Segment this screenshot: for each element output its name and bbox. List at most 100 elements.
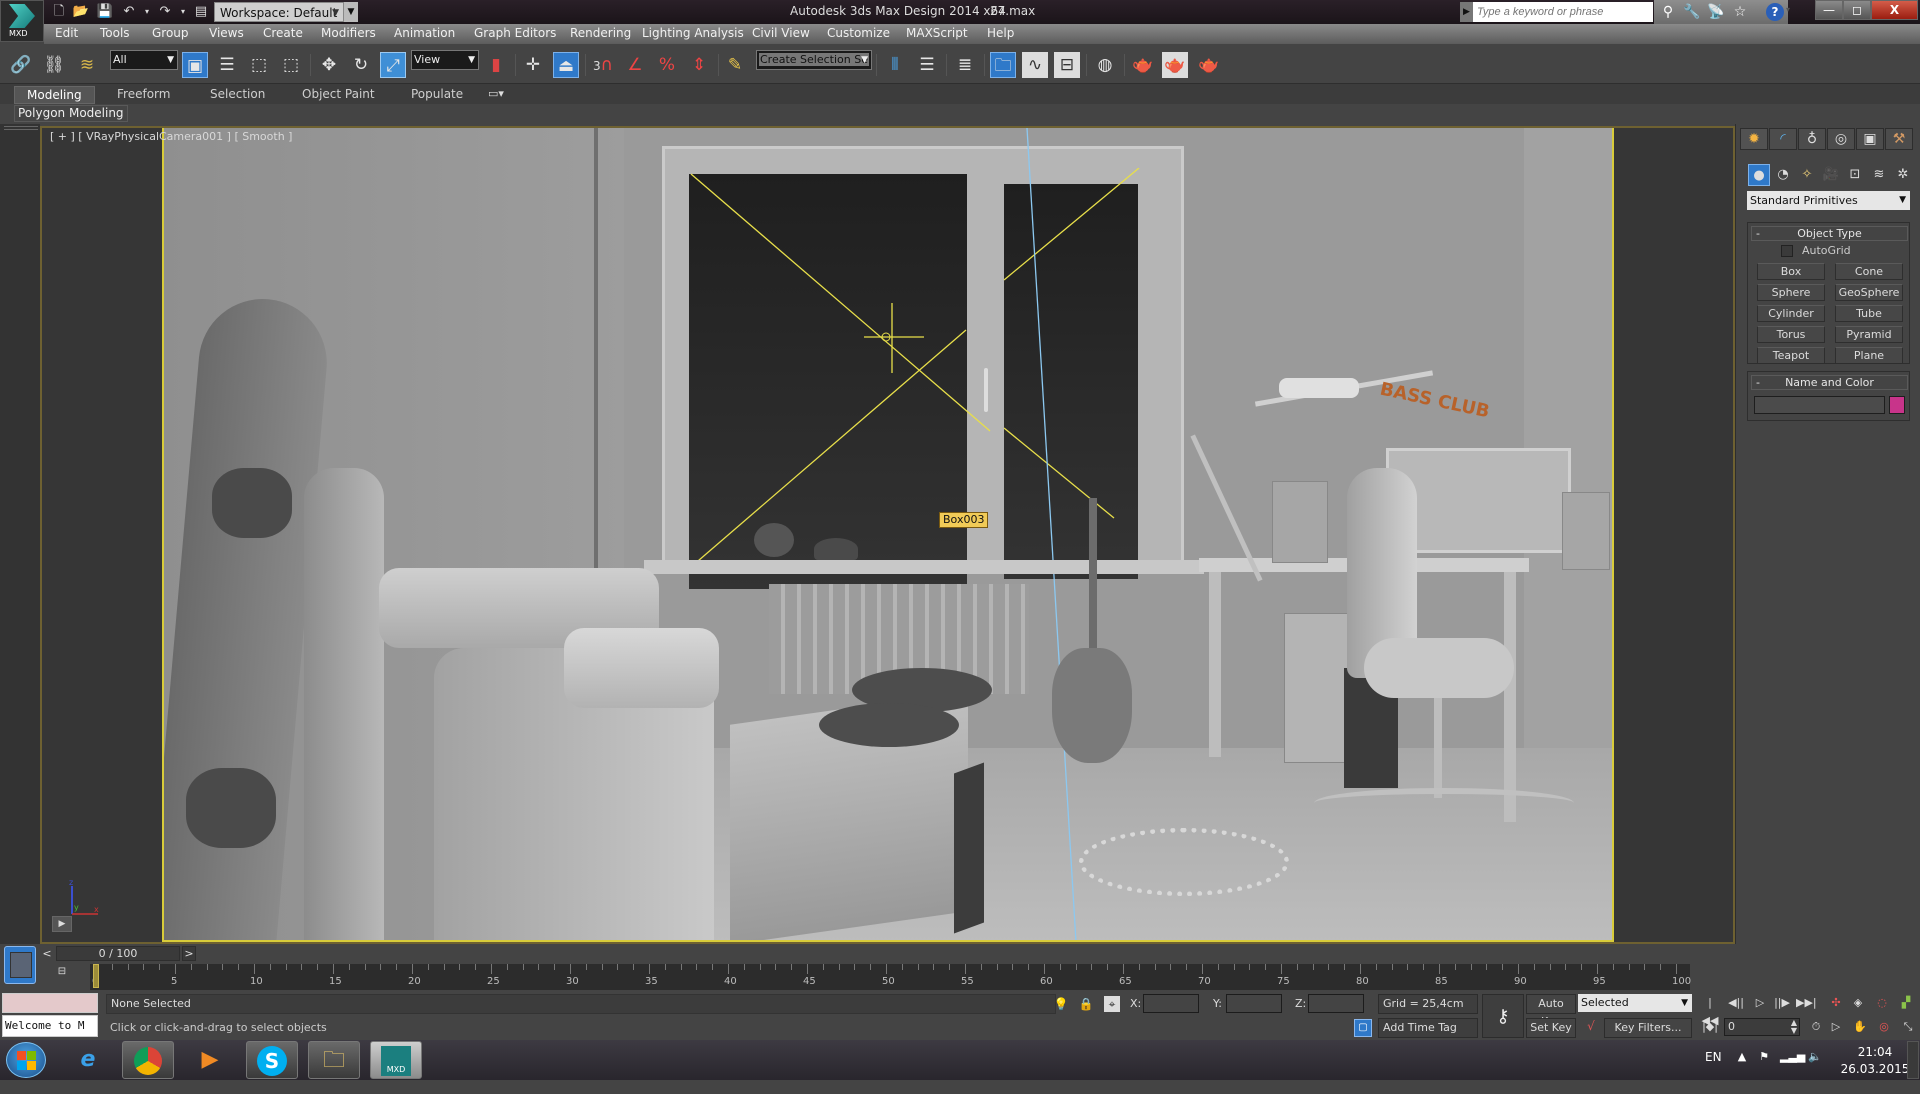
menu-views[interactable]: Views <box>209 26 244 40</box>
plane-button[interactable]: Plane <box>1835 347 1903 364</box>
menu-graph-editors[interactable]: Graph Editors <box>474 26 556 40</box>
viewport-label-menu[interactable]: [ + ] [ VRayPhysicalCamera001 ] [ Smooth… <box>50 130 292 143</box>
ribbon-panel-polygon-modeling[interactable]: Polygon Modeling <box>14 105 128 122</box>
new-file-icon[interactable]: 🗋 <box>50 3 68 20</box>
tube-button[interactable]: Tube <box>1835 305 1903 322</box>
ribbon-tab-selection[interactable]: Selection <box>198 86 277 104</box>
show-hidden-icons-icon[interactable]: ▲ <box>1735 1050 1749 1066</box>
helpers-category-icon[interactable]: ⊡ <box>1844 164 1866 186</box>
open-mini-curve-editor-button[interactable] <box>4 946 36 984</box>
geometry-category-icon[interactable]: ● <box>1748 164 1770 186</box>
zoom-extents-all-icon[interactable]: ✣ <box>1826 994 1846 1012</box>
language-indicator[interactable]: EN <box>1705 1050 1722 1064</box>
maximize-button[interactable]: ◻ <box>1843 0 1871 20</box>
teapot-button[interactable]: Teapot <box>1757 347 1825 364</box>
save-icon[interactable]: 💾 <box>96 3 114 20</box>
y-coord-field[interactable] <box>1226 994 1282 1013</box>
pyramid-button[interactable]: Pyramid <box>1835 326 1903 343</box>
select-and-move-icon[interactable]: ✥ <box>316 52 342 78</box>
manipulate-icon[interactable]: ✛ <box>520 52 546 78</box>
auto-key-button[interactable]: Auto Key <box>1526 994 1576 1028</box>
go-to-start-icon[interactable]: |◀◀ <box>1700 994 1720 1027</box>
file-explorer-icon[interactable]: 🗀 <box>308 1041 360 1079</box>
schematic-view-icon[interactable]: ⊟ <box>1054 52 1080 78</box>
select-by-name-icon[interactable]: ☰ <box>214 52 240 78</box>
ribbon-tab-object-paint[interactable]: Object Paint <box>290 86 387 104</box>
menu-help[interactable]: Help <box>987 26 1014 40</box>
maximize-viewport-toggle-icon[interactable]: ▞ <box>1896 994 1916 1012</box>
select-and-rotate-icon[interactable]: ↻ <box>348 52 374 78</box>
menu-edit[interactable]: Edit <box>55 26 78 40</box>
orbit-icon[interactable]: ◌ <box>1872 994 1892 1012</box>
rectangular-selection-icon[interactable]: ⬚ <box>246 52 272 78</box>
name-and-color-rollout-header[interactable]: - Name and Color <box>1751 375 1908 390</box>
select-and-scale-icon[interactable]: ⤢ <box>380 52 406 78</box>
box-button[interactable]: Box <box>1757 263 1825 280</box>
previous-frame-icon[interactable]: ◀|| <box>1726 994 1746 1012</box>
menu-tools[interactable]: Tools <box>100 26 130 40</box>
object-color-swatch[interactable] <box>1889 396 1905 414</box>
named-selection-sets-dropdown[interactable]: Create Selection Se ▼ <box>756 50 872 70</box>
set-keys-key-icon[interactable]: ⚷ <box>1482 994 1524 1038</box>
scene-explorer-icon[interactable]: 🗀 <box>990 52 1016 78</box>
workspace-dropdown[interactable]: Workspace: Default ▼ <box>214 2 344 22</box>
sphere-button[interactable]: Sphere <box>1757 284 1825 301</box>
rendered-frame-window-icon[interactable]: 🫖 <box>1162 52 1188 78</box>
absolute-relative-transform-icon[interactable]: ⌖ <box>1104 996 1120 1012</box>
time-slider-handle[interactable]: 0 / 100 <box>56 946 180 961</box>
align-icon[interactable]: ☰ <box>914 52 940 78</box>
z-coord-field[interactable] <box>1308 994 1364 1013</box>
redo-icon[interactable]: ↷ <box>156 3 174 20</box>
hierarchy-tab-icon[interactable]: ♁ <box>1798 128 1826 150</box>
time-cursor[interactable] <box>93 964 99 988</box>
time-configuration-icon[interactable]: ⏱ <box>1806 1018 1826 1036</box>
modify-tab-icon[interactable]: ◜ <box>1769 128 1797 150</box>
torus-button[interactable]: Torus <box>1757 326 1825 343</box>
menu-lighting-analysis[interactable]: Lighting Analysis <box>642 26 744 40</box>
ribbon-tab-populate[interactable]: Populate <box>399 86 475 104</box>
project-folder-icon[interactable]: ▤ <box>192 3 210 20</box>
chrome-icon[interactable] <box>122 1041 174 1079</box>
shapes-category-icon[interactable]: ◔ <box>1772 164 1794 186</box>
maxscript-mini-listener-input[interactable] <box>2 993 98 1013</box>
adaptive-degradation-icon[interactable]: ▢ <box>1354 1019 1372 1037</box>
selection-filter-dropdown[interactable]: All ▼ <box>110 50 178 70</box>
key-mode-selection-dropdown[interactable]: Selected ▼ <box>1578 994 1692 1012</box>
unlink-selection-icon[interactable]: ⛓ <box>41 52 67 78</box>
show-desktop-button[interactable] <box>1907 1041 1919 1079</box>
volume-icon[interactable]: 🔈 <box>1808 1050 1822 1066</box>
menu-maxscript[interactable]: MAXScript <box>906 26 968 40</box>
select-object-icon[interactable]: ▣ <box>182 52 208 78</box>
min-max-toggle-icon[interactable]: ⤡ <box>1898 1018 1918 1036</box>
reference-coordinate-dropdown[interactable]: View ▼ <box>411 50 479 70</box>
undo-icon[interactable]: ↶ <box>120 3 138 20</box>
cylinder-button[interactable]: Cylinder <box>1757 305 1825 322</box>
display-tab-icon[interactable]: ▣ <box>1856 128 1884 150</box>
selection-lock-icon[interactable]: 🔒 <box>1078 996 1094 1012</box>
default-in-out-tangent-icon[interactable]: √ <box>1582 1019 1600 1037</box>
utilities-tab-icon[interactable]: ⚒ <box>1885 128 1913 150</box>
pan-view-icon[interactable]: ✋ <box>1850 1018 1870 1036</box>
spinner-snap-icon[interactable]: ⇕ <box>686 52 712 78</box>
clock-time[interactable]: 21:04 <box>1850 1045 1900 1059</box>
key-mode-toggle-icon[interactable]: |◆| <box>1700 1018 1720 1036</box>
menu-group[interactable]: Group <box>152 26 189 40</box>
trackbar-filter-icon[interactable]: ⊟ <box>52 966 72 986</box>
primitive-type-dropdown[interactable]: Standard Primitives ▼ <box>1747 191 1910 210</box>
redo-dropdown-icon[interactable]: ▾ <box>174 3 192 20</box>
orbit-camera-icon[interactable]: ◎ <box>1874 1018 1894 1036</box>
render-production-icon[interactable]: 🫖 <box>1196 52 1222 78</box>
internet-explorer-icon[interactable]: e <box>62 1041 114 1079</box>
add-time-tag-button[interactable]: Add Time Tag <box>1378 1018 1478 1038</box>
material-editor-icon[interactable]: ◍ <box>1092 52 1118 78</box>
satellite-icon[interactable]: 📡 <box>1706 3 1726 21</box>
menu-create[interactable]: Create <box>263 26 303 40</box>
open-file-icon[interactable]: 📂 <box>72 3 90 20</box>
play-icon[interactable]: ▷ <box>1750 994 1770 1012</box>
set-key-button[interactable]: Set Key <box>1526 1018 1576 1038</box>
perspective-viewport[interactable]: [ + ] [ VRayPhysicalCamera001 ] [ Smooth… <box>40 126 1735 944</box>
keyboard-shortcut-override-icon[interactable]: ⏏ <box>553 52 579 78</box>
help-dropdown-icon[interactable]: ▾ <box>1786 5 1790 14</box>
x-coord-field[interactable] <box>1143 994 1199 1013</box>
lights-category-icon[interactable]: ✧ <box>1796 164 1818 186</box>
